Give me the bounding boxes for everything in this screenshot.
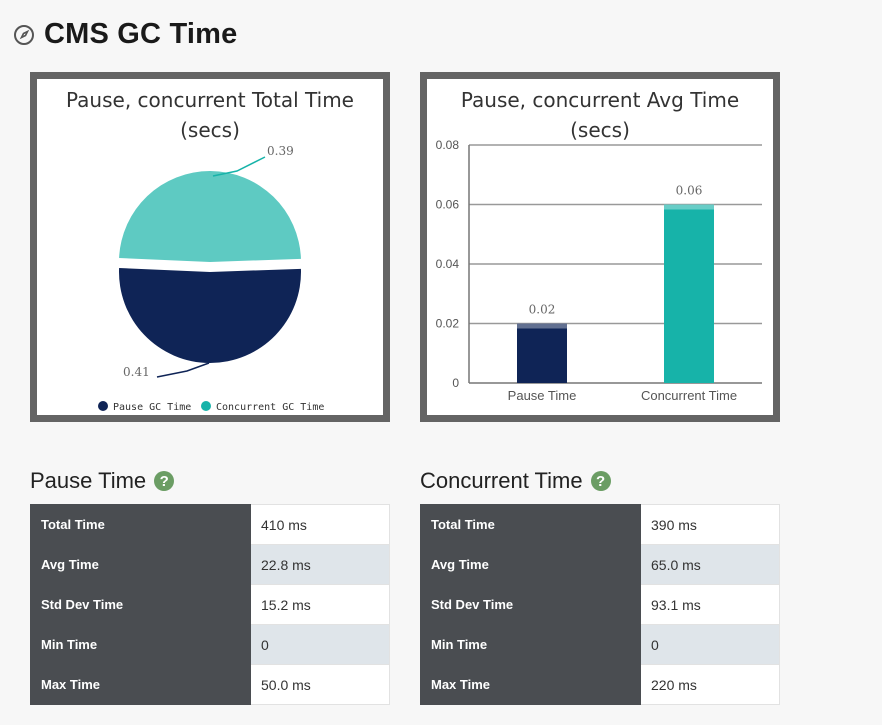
pause-time-title: Pause Time: [30, 468, 147, 493]
concurrent-time-table: Total Time 390 ms Avg Time 65.0 ms Std Dev…: [420, 504, 780, 705]
row-value: 65.0 ms: [640, 544, 780, 585]
pie-legend[interactable]: Pause GC Time Concurrent GC Time: [98, 401, 324, 413]
row-value: 390 ms: [640, 504, 780, 545]
legend-label-pause: Pause GC Time: [113, 402, 191, 413]
row-value: 93.1 ms: [640, 584, 780, 625]
bar-chart-panel: Pause, concurrent Avg Time (secs) 0 0.02 0…: [420, 72, 780, 422]
x-tick-label: Concurrent Time: [641, 388, 737, 403]
legend-label-concurrent: Concurrent GC Time: [216, 402, 324, 413]
concurrent-time-heading: Concurrent Time ?: [420, 468, 611, 494]
bar-concurrent-time[interactable]: [664, 204, 714, 384]
row-value: 50.0 ms: [250, 664, 390, 705]
pie-chart-title-line2: (secs): [180, 118, 240, 142]
row-label: Max Time: [420, 664, 641, 705]
y-tick-label: 0.08: [436, 138, 460, 152]
row-label: Avg Time: [420, 544, 641, 585]
y-tick-label: 0.06: [436, 198, 460, 212]
bar-data-label: 0.06: [676, 184, 703, 198]
row-value: 22.8 ms: [250, 544, 390, 585]
bar-pause-time[interactable]: [517, 323, 567, 384]
table-row: Std Dev Time 93.1 ms: [420, 584, 780, 625]
table-row: Total Time 390 ms: [420, 504, 780, 545]
table-row: Avg Time 22.8 ms: [30, 544, 390, 585]
row-value: 220 ms: [640, 664, 780, 705]
pie-data-label: 0.41: [123, 365, 150, 379]
pause-time-table: Total Time 410 ms Avg Time 22.8 ms Std Dev…: [30, 504, 390, 705]
row-value: 0: [250, 624, 390, 665]
bar-chart-title-line1: Pause, concurrent Avg Time: [461, 88, 739, 112]
y-tick-label: 0.04: [436, 257, 460, 271]
bar-chart-title-line2: (secs): [570, 118, 630, 142]
table-row: Min Time 0: [420, 624, 780, 665]
y-tick-label: 0.02: [436, 317, 460, 331]
bar-highlight: [517, 323, 567, 329]
pie-slice-concurrent[interactable]: [119, 170, 301, 262]
pie-chart-title-line1: Pause, concurrent Total Time: [66, 88, 354, 112]
pie-data-label: 0.39: [267, 144, 294, 158]
row-label: Min Time: [420, 624, 641, 665]
pause-time-heading: Pause Time ?: [30, 468, 175, 494]
page-header: CMS GC Time: [14, 18, 237, 51]
bar-highlight: [664, 204, 714, 210]
row-label: Total Time: [30, 504, 251, 545]
row-label: Std Dev Time: [420, 584, 641, 625]
table-row: Max Time 50.0 ms: [30, 664, 390, 705]
table-row: Max Time 220 ms: [420, 664, 780, 705]
table-row: Total Time 410 ms: [30, 504, 390, 545]
question-circle-icon[interactable]: ?: [590, 471, 611, 491]
legend-marker-pause: [98, 401, 108, 411]
row-label: Avg Time: [30, 544, 251, 585]
row-label: Max Time: [30, 664, 251, 705]
page-title: CMS GC Time: [44, 18, 238, 50]
pie-chart: Pause, concurrent Total Time (secs) 0.41…: [66, 88, 354, 413]
pie-chart-panel: Pause, concurrent Total Time (secs) 0.41…: [30, 72, 390, 422]
bar-data-label: 0.02: [529, 303, 556, 317]
bar-chart: Pause, concurrent Avg Time (secs) 0 0.02 0…: [436, 88, 762, 403]
compass-icon: [14, 24, 34, 45]
row-label: Total Time: [420, 504, 641, 545]
row-label: Std Dev Time: [30, 584, 251, 625]
x-tick-label: Pause Time: [508, 388, 577, 403]
row-value: 15.2 ms: [250, 584, 390, 625]
table-row: Min Time 0: [30, 624, 390, 665]
legend-marker-concurrent: [201, 401, 211, 411]
question-circle-icon[interactable]: ?: [154, 471, 175, 491]
pie-slice-pause[interactable]: [119, 268, 301, 363]
pie-label-line: [156, 362, 210, 378]
table-row: Avg Time 65.0 ms: [420, 544, 780, 585]
y-tick-label: 0: [452, 376, 459, 390]
table-row: Std Dev Time 15.2 ms: [30, 584, 390, 625]
row-value: 0: [640, 624, 780, 665]
row-value: 410 ms: [250, 504, 390, 545]
row-label: Min Time: [30, 624, 251, 665]
concurrent-time-title: Concurrent Time: [420, 468, 583, 493]
